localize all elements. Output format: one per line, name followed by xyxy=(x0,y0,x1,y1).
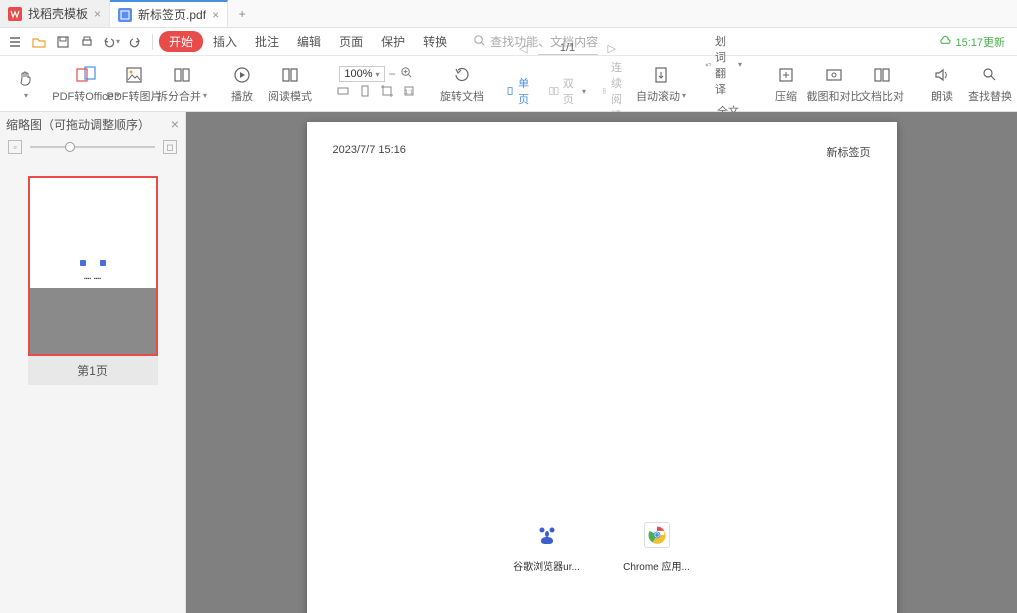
compress-icon xyxy=(775,64,797,86)
doc-compare-button[interactable]: 文档比对 xyxy=(860,62,904,106)
tab-add-button[interactable]: + xyxy=(228,0,256,27)
save-icon[interactable] xyxy=(52,31,74,53)
toolbar: ▾ PDF转Office▾ PDF转图片 拆分合并▾ 播放 阅读模式 100%▾… xyxy=(0,56,1017,112)
shortcut-item: Chrome 应用... xyxy=(621,522,693,573)
close-icon[interactable]: × xyxy=(171,116,179,132)
speaker-icon xyxy=(931,64,953,86)
page-header-right: 新标签页 xyxy=(827,144,871,160)
undo-icon[interactable]: ▾ xyxy=(100,31,122,53)
search-icon xyxy=(473,34,486,50)
zoom-select[interactable]: 100%▾ xyxy=(339,66,384,82)
crop-icon[interactable] xyxy=(380,84,394,101)
main-area: 缩略图（可拖动调整顺序） × ▫ ◻ ▪▪▪▪ ▪▪▪▪ 第1页 2023/7/… xyxy=(0,112,1017,613)
menu-page[interactable]: 页面 xyxy=(331,33,371,50)
pdf-icon xyxy=(118,8,132,22)
wps-icon xyxy=(8,7,22,21)
shortcut-label: Chrome 应用... xyxy=(623,558,690,573)
cloud-icon xyxy=(938,35,951,48)
hand-tool-button[interactable]: ▾ xyxy=(4,65,48,102)
zoom-out-icon[interactable]: − xyxy=(389,67,396,81)
open-icon[interactable] xyxy=(28,31,50,53)
separator xyxy=(152,34,153,50)
slider-track[interactable] xyxy=(30,146,155,148)
read-mode-button[interactable]: 阅读模式 xyxy=(268,62,312,106)
close-icon[interactable]: × xyxy=(94,7,101,21)
menu-convert[interactable]: 转换 xyxy=(415,33,455,50)
rotate-button[interactable]: 旋转文档 xyxy=(440,62,484,106)
print-icon[interactable] xyxy=(76,31,98,53)
pdf-to-image-button[interactable]: PDF转图片 xyxy=(112,62,156,106)
hand-icon xyxy=(15,67,37,89)
shortcut-item: 谷歌浏览器ur... xyxy=(511,522,583,573)
compare-icon xyxy=(871,64,893,86)
convert-office-icon xyxy=(75,64,97,86)
convert-image-icon xyxy=(123,64,145,86)
thumbnail-label: 第1页 xyxy=(28,356,158,385)
sync-status[interactable]: 15:17更新 xyxy=(938,34,1013,50)
auto-scroll-icon xyxy=(650,64,672,86)
play-icon xyxy=(231,64,253,86)
baidu-icon xyxy=(534,522,560,548)
book-icon xyxy=(279,64,301,86)
sidebar-header: 缩略图（可拖动调整顺序） × xyxy=(0,112,185,136)
redo-icon[interactable] xyxy=(124,31,146,53)
page-navigator: ◁ 1/1 ▷ xyxy=(515,42,620,55)
screenshot-compare-button[interactable]: 截图和对比 xyxy=(812,62,856,106)
auto-scroll-button[interactable]: 自动滚动▾ xyxy=(639,62,683,106)
prev-page-icon[interactable]: ◁ xyxy=(515,42,531,55)
select-translate-button[interactable]: 划词翻译▾ xyxy=(699,31,748,99)
slider-knob[interactable] xyxy=(65,142,75,152)
thumbnail-sidebar: 缩略图（可拖动调整顺序） × ▫ ◻ ▪▪▪▪ ▪▪▪▪ 第1页 xyxy=(0,112,186,613)
tab-pdf[interactable]: 新标签页.pdf × xyxy=(110,0,228,27)
single-page-button[interactable]: 单页 xyxy=(500,73,539,109)
thumbnail-size-slider: ▫ ◻ xyxy=(0,136,185,158)
menu-annotate[interactable]: 批注 xyxy=(247,33,287,50)
menu-icon[interactable] xyxy=(4,31,26,53)
document-viewer[interactable]: 2023/7/7 15:16 新标签页 谷歌浏览器ur... Chrome 应用… xyxy=(186,112,1017,613)
fit-page-icon[interactable] xyxy=(358,84,372,101)
tab-title: 新标签页.pdf xyxy=(138,6,206,23)
tab-title: 找稻壳模板 xyxy=(28,5,88,22)
sidebar-title: 缩略图（可拖动调整顺序） xyxy=(6,116,150,133)
single-page-icon xyxy=(506,85,514,97)
shortcut-label: 谷歌浏览器ur... xyxy=(513,558,580,573)
close-icon[interactable]: × xyxy=(212,8,219,22)
actual-size-icon[interactable]: 1:1 xyxy=(402,84,416,101)
rotate-icon xyxy=(451,64,473,86)
translate-icon xyxy=(705,59,711,71)
split-merge-button[interactable]: 拆分合并▾ xyxy=(160,62,204,106)
play-button[interactable]: 播放 xyxy=(220,62,264,106)
menu-protect[interactable]: 保护 xyxy=(373,33,413,50)
find-icon xyxy=(979,64,1001,86)
page-header-left: 2023/7/7 15:16 xyxy=(333,144,406,160)
tab-template[interactable]: 找稻壳模板 × xyxy=(0,0,110,27)
fit-width-icon[interactable] xyxy=(336,84,350,101)
find-replace-button[interactable]: 查找替换 xyxy=(968,62,1012,106)
screenshot-icon xyxy=(823,64,845,86)
chrome-icon xyxy=(644,522,670,548)
thumbnail-preview: ▪▪▪▪ ▪▪▪▪ xyxy=(28,176,158,356)
large-thumb-icon[interactable]: ◻ xyxy=(163,140,177,154)
zoom-in-icon[interactable] xyxy=(400,66,413,82)
double-page-icon xyxy=(549,85,559,97)
double-page-button[interactable]: 双页▾ xyxy=(543,73,592,109)
continuous-icon xyxy=(602,85,607,97)
page-indicator[interactable]: 1/1 xyxy=(538,42,598,55)
thumbnail-item[interactable]: ▪▪▪▪ ▪▪▪▪ 第1页 xyxy=(28,176,158,385)
menu-edit[interactable]: 编辑 xyxy=(289,33,329,50)
split-merge-icon xyxy=(171,64,193,86)
pdf-to-office-button[interactable]: PDF转Office▾ xyxy=(64,62,108,106)
small-thumb-icon[interactable]: ▫ xyxy=(8,140,22,154)
time-label: 15:17更新 xyxy=(955,34,1005,50)
read-aloud-button[interactable]: 朗读 xyxy=(920,62,964,106)
menu-insert[interactable]: 插入 xyxy=(205,33,245,50)
next-page-icon[interactable]: ▷ xyxy=(604,42,620,55)
thumbnail-list: ▪▪▪▪ ▪▪▪▪ 第1页 xyxy=(0,158,185,613)
page: 2023/7/7 15:16 新标签页 谷歌浏览器ur... Chrome 应用… xyxy=(307,122,897,613)
tab-bar: 找稻壳模板 × 新标签页.pdf × + xyxy=(0,0,1017,28)
svg-text:1:1: 1:1 xyxy=(405,90,414,96)
menu-start[interactable]: 开始 xyxy=(159,31,203,52)
compress-button[interactable]: 压缩 xyxy=(764,62,808,106)
